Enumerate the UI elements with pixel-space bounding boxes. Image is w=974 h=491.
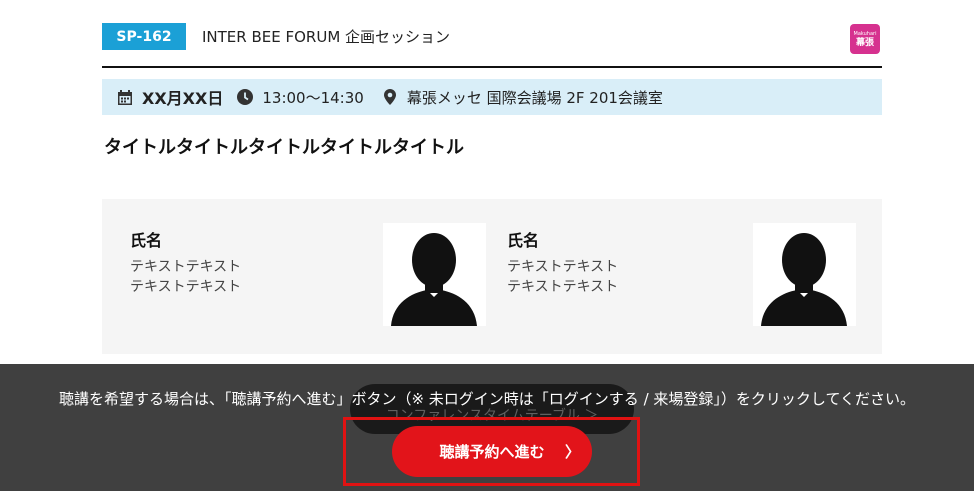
- speaker-silhouette-icon: [391, 233, 477, 326]
- session-category-title: INTER BEE FORUM 企画セッション: [202, 28, 451, 46]
- speaker-name: 氏名: [130, 231, 163, 250]
- speaker-silhouette-icon: [761, 233, 847, 326]
- session-title-heading: タイトルタイトルタイトルタイトルタイトル: [104, 137, 464, 158]
- location-pin-icon: [382, 89, 398, 105]
- venue-logo-line2: 幕張: [855, 37, 874, 48]
- speaker-description-line: テキストテキスト: [130, 279, 242, 295]
- speaker-description: テキストテキスト テキストテキスト: [507, 257, 618, 297]
- session-location: 幕張メッセ 国際会議場 2F 201会議室: [406, 88, 663, 107]
- speaker-card: 氏名 テキストテキスト テキストテキスト: [507, 199, 882, 354]
- speaker-photo: [383, 223, 486, 326]
- speaker-name: 氏名: [507, 231, 540, 250]
- clock-icon: [237, 89, 254, 105]
- venue-logo: Makuhari 幕張: [850, 24, 880, 54]
- speaker-list: 氏名 テキストテキスト テキストテキスト 氏名 テキストテキスト テキストテキス…: [102, 199, 882, 354]
- speaker-card: 氏名 テキストテキスト テキストテキスト: [130, 199, 490, 354]
- session-date: XX月XX日: [142, 89, 224, 108]
- reservation-notice: 聴講を希望する場合は、「聴講予約へ進む」ボタン（※ 未ログイン時は「ログインする…: [58, 390, 916, 408]
- session-time: 13:00〜14:30: [262, 88, 364, 107]
- speaker-description-line: テキストテキスト: [130, 259, 242, 275]
- session-code-badge: SP-162: [102, 23, 186, 50]
- session-info-bar: XX月XX日 13:00〜14:30 幕張メッセ 国際会議場 2F 201会議室: [102, 79, 882, 115]
- speaker-description-line: テキストテキスト: [507, 279, 619, 295]
- venue-logo-line1: Makuhari: [853, 30, 877, 37]
- speaker-description-line: テキストテキスト: [507, 259, 619, 275]
- calendar-icon: [117, 89, 133, 105]
- session-header: SP-162 INTER BEE FORUM 企画セッション Makuhari …: [102, 18, 882, 68]
- speaker-description: テキストテキスト テキストテキスト: [130, 257, 241, 297]
- highlight-box: [343, 417, 640, 486]
- speaker-photo: [753, 223, 856, 326]
